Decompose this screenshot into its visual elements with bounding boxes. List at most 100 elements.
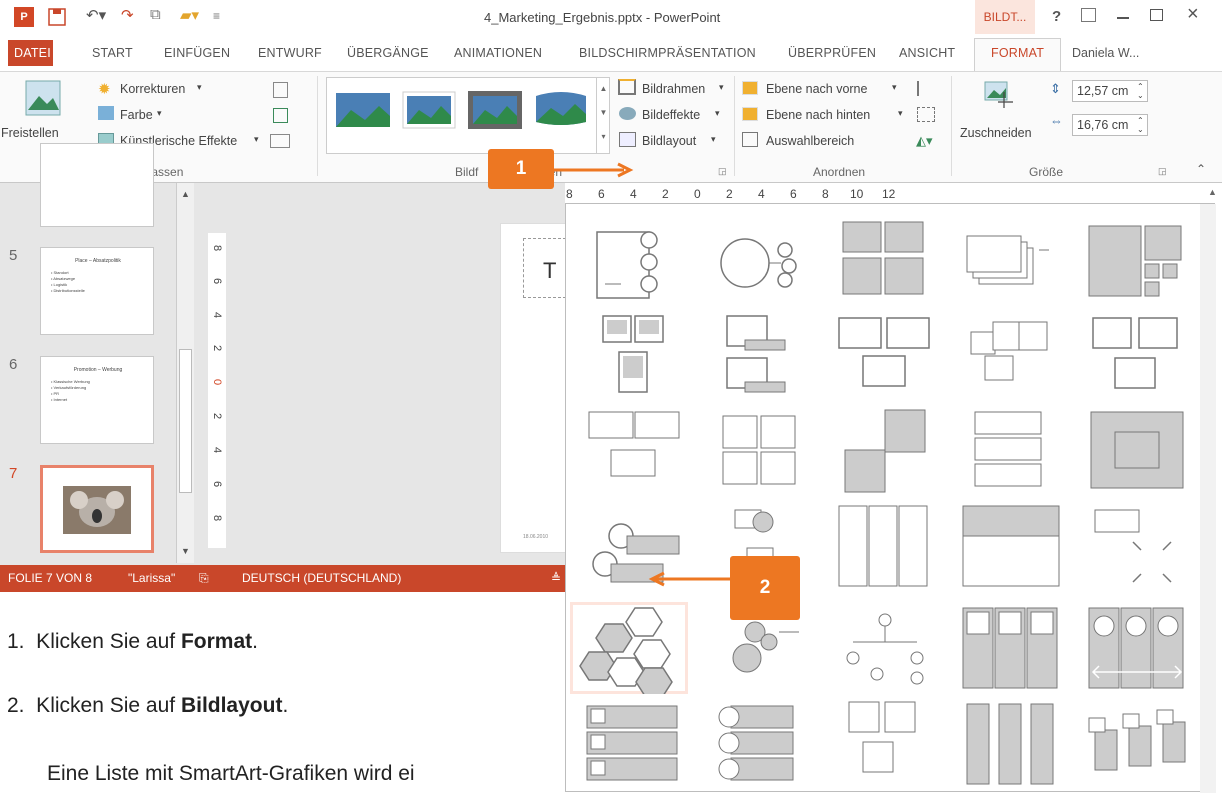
- freistellen-button[interactable]: Freistellen: [1, 126, 59, 140]
- layout-vertikale-kreisliste[interactable]: [707, 696, 811, 788]
- layout-bildstapel[interactable]: [959, 218, 1063, 310]
- gallery-scrollbar[interactable]: [1200, 204, 1216, 793]
- dialog-launcher-icon[interactable]: ◲: [718, 166, 727, 177]
- bild-zuruecksetzen-icon[interactable]: [270, 134, 290, 148]
- collapse-ribbon-icon[interactable]: ⌃: [1196, 162, 1206, 176]
- layout-bilderrahmen[interactable]: [1085, 406, 1189, 498]
- undo-icon[interactable]: ↶▾: [86, 6, 106, 24]
- layout-titelbildraster[interactable]: [707, 406, 811, 498]
- tab-einfuegen[interactable]: EINFÜGEN: [164, 46, 230, 60]
- freistellen-icon[interactable]: [25, 80, 61, 116]
- tab-animationen[interactable]: ANIMATIONEN: [454, 46, 542, 60]
- slide-thumbnail-6[interactable]: Promotion – Werbung • Klassische Werbung…: [40, 356, 154, 444]
- slide-thumbnail-4[interactable]: [40, 143, 154, 227]
- spinner-icon[interactable]: ⌃ ⌄: [1137, 116, 1144, 134]
- ribbon-tabs: DATEI START EINFÜGEN ENTWURF ÜBERGÄNGE A…: [0, 34, 1222, 102]
- start-from-beginning-icon[interactable]: ⧉: [150, 6, 161, 23]
- layout-bildbeschriftung[interactable]: [581, 312, 685, 404]
- picture-style-thumbnail[interactable]: [401, 90, 457, 130]
- layout-bildtabelle[interactable]: [959, 500, 1063, 592]
- scroll-down-icon[interactable]: ▼: [181, 546, 190, 556]
- ausrichten-icon[interactable]: [917, 81, 935, 96]
- ribbon-display-options-icon[interactable]: [1081, 8, 1096, 22]
- layout-schnappschuss[interactable]: [1085, 500, 1189, 592]
- thumbnail-scrollbar[interactable]: ▲ ▼: [176, 183, 194, 563]
- save-icon[interactable]: [48, 8, 66, 26]
- current-slide[interactable]: T 18.06.2010: [500, 223, 571, 553]
- user-name[interactable]: Daniela W...: [1072, 46, 1139, 60]
- layout-bildakzentliste[interactable]: [581, 218, 685, 310]
- zuschneiden-icon[interactable]: [984, 80, 1014, 110]
- callout-1-arrow: [554, 162, 634, 178]
- help-icon[interactable]: ?: [1052, 8, 1061, 25]
- scroll-up-icon[interactable]: ▲: [1208, 187, 1217, 197]
- spell-check-icon[interactable]: ⎘: [199, 571, 209, 586]
- farbe-button[interactable]: Farbe: [120, 108, 153, 122]
- layout-verknuepfte-bilder[interactable]: [959, 312, 1063, 404]
- layout-bildblocke[interactable]: [1085, 312, 1189, 404]
- tab-ueberpruefen[interactable]: ÜBERPRÜFEN: [788, 46, 876, 60]
- auswahlbereich-button[interactable]: Auswahlbereich: [766, 134, 854, 148]
- customize-qat-icon[interactable]: ≡: [213, 9, 220, 23]
- height-field[interactable]: 12,57 cm ⌃ ⌄: [1072, 80, 1148, 102]
- spinner-icon[interactable]: ⌃ ⌄: [1137, 82, 1144, 100]
- instruction-step-2: 2. Klicken Sie auf Bildlayout.: [7, 694, 288, 718]
- layout-bildkreise-pfeil[interactable]: [1085, 602, 1189, 694]
- slide-thumbnail-7-selected[interactable]: [40, 465, 154, 553]
- tab-entwurf[interactable]: ENTWURF: [258, 46, 322, 60]
- bildlayout-button[interactable]: Bildlayout: [642, 134, 696, 148]
- close-icon[interactable]: ×: [1187, 3, 1199, 26]
- ebene-nach-vorne-button[interactable]: Ebene nach vorne: [766, 82, 867, 96]
- layout-kreisbildbeschriftung-gruppe[interactable]: [959, 602, 1063, 694]
- gruppieren-icon[interactable]: [917, 107, 935, 122]
- slide-thumbnail-5[interactable]: Place – Absatzpolitik • Standort • Absat…: [40, 247, 154, 335]
- layout-akzentbilder[interactable]: [707, 312, 811, 404]
- layout-alternierender-bildprozess[interactable]: [1085, 696, 1189, 788]
- layout-bildakzentprozess[interactable]: [959, 696, 1063, 788]
- layout-kreisbildhierarchie[interactable]: [707, 218, 811, 310]
- bildrahmen-button[interactable]: Bildrahmen: [642, 82, 705, 96]
- drehen-icon[interactable]: ◭▾: [916, 133, 933, 149]
- gallery-scrollbar[interactable]: ▲ ▼ ▾: [596, 77, 610, 154]
- slide-indicator[interactable]: FOLIE 7 VON 8: [8, 571, 92, 585]
- layout-bildraster[interactable]: [1085, 218, 1189, 310]
- picture-style-thumbnail[interactable]: [533, 88, 589, 128]
- notes-icon[interactable]: ≜: [551, 571, 561, 585]
- zuschneiden-button[interactable]: Zuschneiden: [960, 126, 1032, 140]
- scroll-up-icon[interactable]: ▲: [181, 189, 190, 199]
- tab-bildtools-context[interactable]: BILDT...: [975, 0, 1035, 34]
- language-indicator[interactable]: DEUTSCH (DEUTSCHLAND): [242, 571, 401, 585]
- slide-number: 6: [9, 356, 18, 373]
- bild-aendern-icon[interactable]: [273, 108, 288, 123]
- dialog-launcher-icon[interactable]: ◲: [1158, 166, 1167, 177]
- redo-icon[interactable]: ↷: [121, 6, 134, 24]
- tab-start[interactable]: START: [92, 46, 133, 60]
- layout-beschriftete-bilder[interactable]: [833, 312, 937, 404]
- korrekturen-button[interactable]: Korrekturen: [120, 82, 185, 96]
- step-2-bold: Bildlayout: [180, 694, 283, 717]
- layout-bildraster-spalten[interactable]: [833, 500, 937, 592]
- tab-ansicht[interactable]: ANSICHT: [899, 46, 955, 60]
- open-folder-icon[interactable]: ▰▾: [180, 6, 199, 24]
- scroll-thumb[interactable]: [179, 349, 192, 493]
- layout-vertikale-bildliste[interactable]: [581, 696, 685, 788]
- layout-bildorganigramm[interactable]: [833, 602, 937, 694]
- layout-bildliste-horizontal[interactable]: [959, 406, 1063, 498]
- picture-style-thumbnail[interactable]: [467, 90, 523, 130]
- maximize-icon[interactable]: [1150, 9, 1163, 21]
- tab-uebergaenge[interactable]: ÜBERGÄNGE: [347, 46, 429, 60]
- tab-bildschirmpraesentation[interactable]: BILDSCHIRMPRÄSENTATION: [579, 46, 756, 60]
- chevron-down-icon: ▾: [254, 134, 259, 144]
- bildeffekte-button[interactable]: Bildeffekte: [642, 108, 700, 122]
- bild-komprimieren-icon[interactable]: [273, 82, 288, 98]
- layout-versetzte-bilder[interactable]: [833, 406, 937, 498]
- layout-bildbeschriftungsliste[interactable]: [833, 218, 937, 310]
- minimize-icon[interactable]: [1117, 17, 1129, 19]
- picture-styles-gallery[interactable]: [326, 77, 610, 154]
- picture-style-thumbnail[interactable]: [335, 92, 391, 128]
- layout-bild-beschriftung-kreise[interactable]: [833, 696, 937, 788]
- width-field[interactable]: 16,76 cm ⌃ ⌄: [1072, 114, 1148, 136]
- layout-sechseck-cluster[interactable]: [575, 602, 679, 697]
- layout-bildraster-beschriftung[interactable]: [581, 406, 685, 498]
- ebene-nach-hinten-button[interactable]: Ebene nach hinten: [766, 108, 870, 122]
